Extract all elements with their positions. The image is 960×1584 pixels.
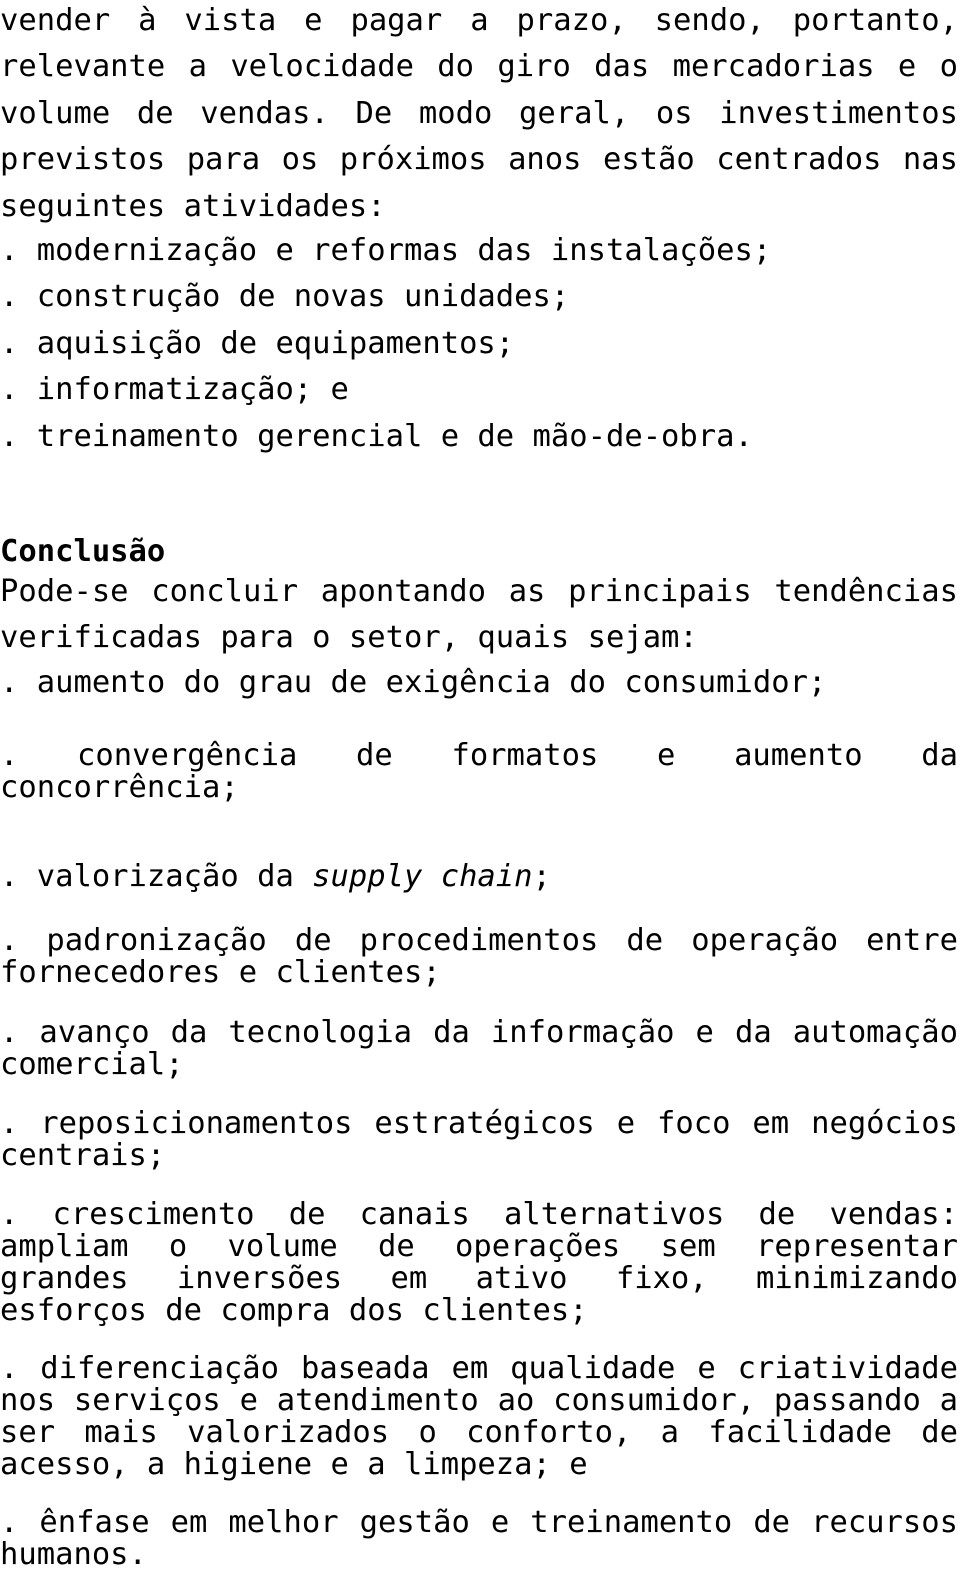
trend-text-italic: supply chain: [312, 859, 533, 894]
trend-text: . convergência de formatos e aumento da …: [0, 738, 958, 805]
section-heading: Conclusão: [0, 534, 166, 569]
trend-item-5: . avanço da tecnologia da informação e d…: [0, 1017, 958, 1081]
body-paragraph-block: vender à vista e pagar a prazo, sendo, p…: [0, 0, 958, 230]
trend-text: . aumento do grau de exigência do consum…: [0, 665, 827, 700]
trend-text: . reposicionamentos estratégicos e foco …: [0, 1106, 958, 1173]
trend-item-1: . aumento do grau de exigência do consum…: [0, 660, 958, 706]
list-item: . treinamento gerencial e de mão-de-obra…: [0, 418, 753, 454]
trend-text: . ênfase em melhor gestão e treinamento …: [0, 1505, 958, 1572]
trend-item-2: . convergência de formatos e aumento da …: [0, 740, 958, 804]
conclusion-section: Conclusão Pode-se concluir apontando as …: [0, 535, 958, 662]
trend-text: . crescimento de canais alternativos de …: [0, 1197, 958, 1328]
list-item: . aquisição de equipamentos;: [0, 325, 515, 361]
trend-text: . valorização da supply chain;: [0, 861, 958, 893]
conclusion-intro: Pode-se concluir apontando as principais…: [0, 574, 958, 656]
trend-text-plain: . valorização da: [0, 859, 313, 894]
list-item: . construção de novas unidades;: [0, 279, 570, 315]
trend-item-6: . reposicionamentos estratégicos e foco …: [0, 1108, 958, 1172]
trend-item-8: . diferenciação baseada em qualidade e c…: [0, 1353, 958, 1481]
trend-text: . avanço da tecnologia da informação e d…: [0, 1015, 958, 1082]
trend-item-7: . crescimento de canais alternativos de …: [0, 1199, 958, 1327]
investment-list: . modernização e reformas das instalaçõe…: [0, 228, 958, 460]
body-paragraph: vender à vista e pagar a prazo, sendo, p…: [0, 3, 958, 224]
trend-item-4: . padronização de procedimentos de opera…: [0, 925, 958, 989]
list-item: . informatização; e: [0, 372, 349, 408]
trend-item-9: . ênfase em melhor gestão e treinamento …: [0, 1507, 958, 1571]
trend-item-3: . valorização da supply chain;: [0, 861, 958, 893]
trend-text-tail: ;: [532, 859, 551, 894]
trend-text: . padronização de procedimentos de opera…: [0, 923, 958, 990]
list-item: . modernização e reformas das instalaçõe…: [0, 233, 772, 268]
document-page: vender à vista e pagar a prazo, sendo, p…: [0, 0, 960, 1584]
trend-text: . diferenciação baseada em qualidade e c…: [0, 1351, 958, 1482]
